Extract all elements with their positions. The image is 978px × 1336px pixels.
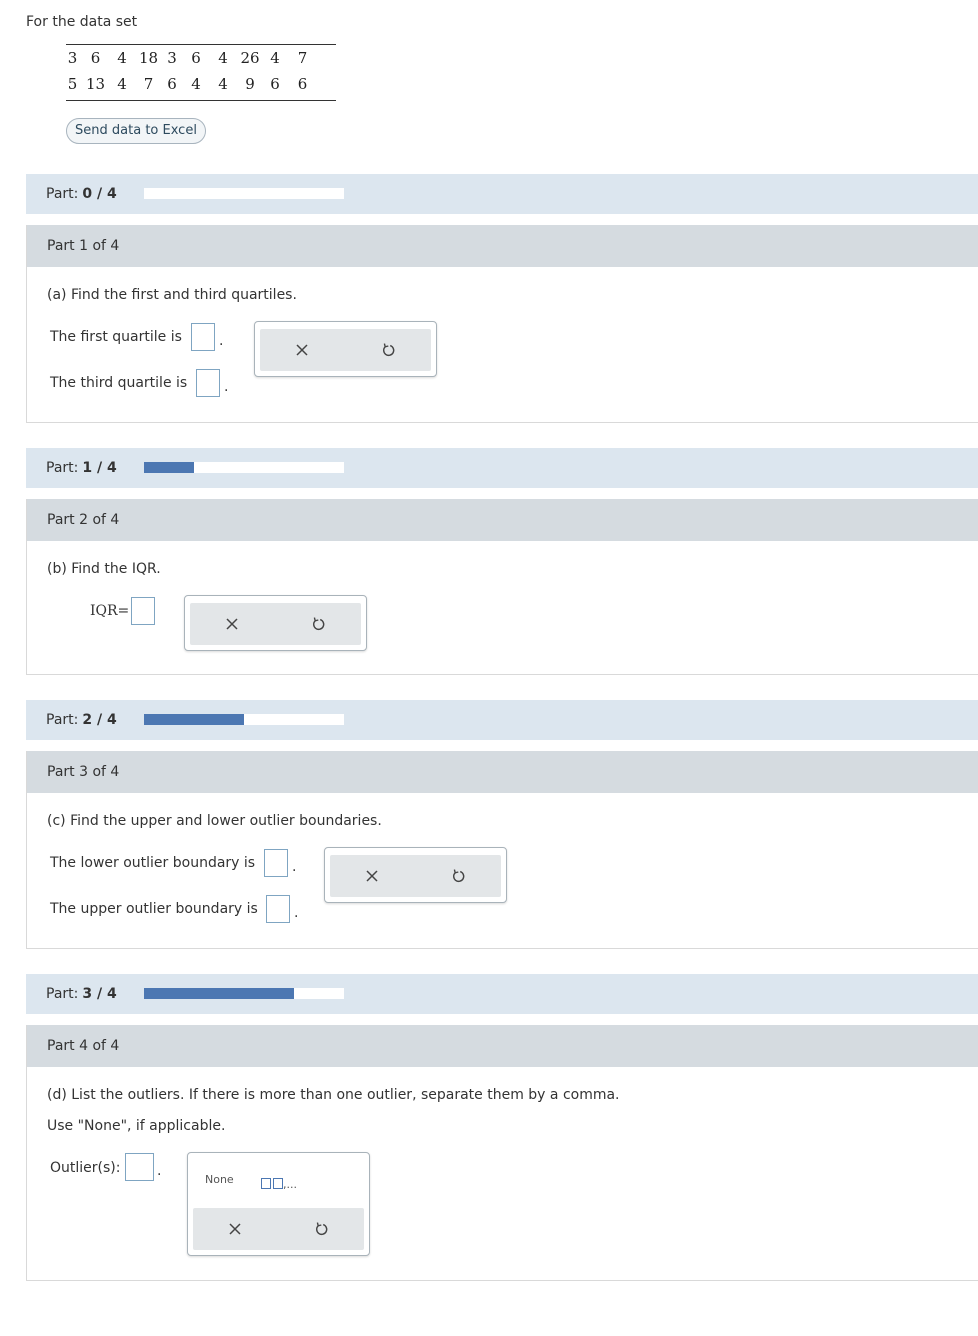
undo-icon[interactable] bbox=[438, 855, 478, 897]
part-heading: Part 1 of 4 bbox=[27, 225, 978, 267]
data-cell: 5 bbox=[67, 75, 78, 93]
upper-boundary-label: The upper outlier boundary is bbox=[50, 901, 258, 917]
square-icon bbox=[273, 1178, 283, 1189]
intro-text: For the data set bbox=[26, 14, 138, 30]
data-cell: 4 bbox=[270, 49, 280, 67]
progress-track bbox=[144, 714, 344, 725]
part-heading: Part 3 of 4 bbox=[27, 751, 978, 793]
third-quartile-input[interactable] bbox=[196, 369, 220, 397]
part-progress-bar: Part: 2 / 4 bbox=[26, 700, 978, 740]
lower-boundary-label: The lower outlier boundary is bbox=[50, 855, 256, 871]
period: . bbox=[294, 905, 299, 921]
progress-fill bbox=[144, 988, 294, 999]
progress-track bbox=[144, 188, 344, 199]
x-icon[interactable] bbox=[352, 855, 392, 897]
part-4-section: Part 4 of 4 (d) List the outliers. If th… bbox=[26, 1025, 978, 1281]
part-heading: Part 2 of 4 bbox=[27, 499, 978, 541]
undo-icon[interactable] bbox=[368, 329, 408, 371]
data-cell: 6 bbox=[297, 75, 308, 93]
part-word: Part: bbox=[46, 460, 79, 476]
part-1-section: Part 1 of 4 (a) Find the first and third… bbox=[26, 225, 978, 423]
iqr-input[interactable] bbox=[131, 597, 155, 625]
data-cell: 6 bbox=[90, 49, 101, 67]
data-cell: 7 bbox=[297, 49, 308, 67]
part-2-section: Part 2 of 4 (b) Find the IQR. IQR= bbox=[26, 499, 978, 675]
part-word: Part: bbox=[46, 186, 79, 202]
part-heading-text: Part 3 of 4 bbox=[47, 764, 120, 780]
upper-boundary-input[interactable] bbox=[266, 895, 290, 923]
hint-text: Use "None", if applicable. bbox=[47, 1118, 226, 1134]
outliers-label: Outlier(s): bbox=[50, 1160, 121, 1176]
data-cell: 4 bbox=[117, 49, 127, 67]
iqr-label: IQR= bbox=[90, 603, 130, 619]
square-icon bbox=[261, 1178, 271, 1189]
data-cell: 6 bbox=[191, 49, 201, 67]
part-progress-bar: Part: 3 / 4 bbox=[26, 974, 978, 1014]
progress-fill bbox=[144, 714, 244, 725]
question-text: (a) Find the first and third quartiles. bbox=[47, 287, 297, 303]
part-heading-text: Part 1 of 4 bbox=[47, 238, 120, 254]
undo-icon[interactable] bbox=[301, 1208, 341, 1250]
part-progress-count: 2 / 4 bbox=[82, 712, 117, 728]
data-cell: 3 bbox=[167, 49, 177, 67]
question-text: (b) Find the IQR. bbox=[47, 561, 161, 577]
period: . bbox=[219, 333, 224, 349]
part-progress-bar: Part: 1 / 4 bbox=[26, 448, 978, 488]
progress-track bbox=[144, 988, 344, 999]
lower-boundary-input[interactable] bbox=[264, 849, 288, 877]
data-cell: 26 bbox=[240, 49, 260, 67]
part-progress-count: 1 / 4 bbox=[82, 460, 117, 476]
x-icon[interactable] bbox=[212, 603, 252, 645]
data-cell: 6 bbox=[167, 75, 177, 93]
part-progress-count: 0 / 4 bbox=[82, 186, 117, 202]
first-quartile-input[interactable] bbox=[191, 323, 215, 351]
third-quartile-label: The third quartile is bbox=[50, 375, 188, 391]
data-row: 3 6 4 18 3 6 4 26 4 7 bbox=[66, 45, 322, 71]
undo-icon[interactable] bbox=[298, 603, 338, 645]
answer-tools-panel bbox=[324, 847, 507, 903]
data-cell: 13 bbox=[85, 75, 106, 93]
data-cell: 3 bbox=[67, 49, 78, 67]
part-heading-text: Part 2 of 4 bbox=[47, 512, 120, 528]
part-word: Part: bbox=[46, 712, 79, 728]
question-text: (c) Find the upper and lower outlier bou… bbox=[47, 813, 382, 829]
data-cell: 4 bbox=[218, 49, 228, 67]
part-heading: Part 4 of 4 bbox=[27, 1025, 978, 1067]
part-progress-count: 3 / 4 bbox=[82, 986, 117, 1002]
data-row: 5 13 4 7 6 4 4 9 6 6 bbox=[66, 71, 322, 97]
list-option[interactable]: ,... bbox=[261, 1173, 297, 1192]
part-3-section: Part 3 of 4 (c) Find the upper and lower… bbox=[26, 751, 978, 949]
none-option[interactable]: None bbox=[205, 1173, 234, 1186]
period: . bbox=[157, 1163, 162, 1179]
data-cell: 4 bbox=[191, 75, 201, 93]
first-quartile-label: The first quartile is bbox=[50, 329, 182, 345]
data-cell: 9 bbox=[245, 75, 255, 93]
part-progress-bar: Part: 0 / 4 bbox=[26, 174, 978, 214]
progress-track bbox=[144, 462, 344, 473]
part-word: Part: bbox=[46, 986, 79, 1002]
list-option-suffix: ,... bbox=[283, 1178, 297, 1191]
period: . bbox=[292, 859, 297, 875]
answer-tools-panel bbox=[254, 321, 437, 377]
answer-tools-panel bbox=[184, 595, 367, 651]
progress-fill bbox=[144, 462, 194, 473]
outliers-input[interactable] bbox=[125, 1153, 154, 1181]
question-text: (d) List the outliers. If there is more … bbox=[47, 1087, 620, 1103]
period: . bbox=[224, 379, 229, 395]
answer-tools-panel: None ,... bbox=[187, 1152, 370, 1256]
x-icon[interactable] bbox=[282, 329, 322, 371]
data-set-table: 3 6 4 18 3 6 4 26 4 7 5 13 4 7 6 4 4 9 6… bbox=[66, 44, 336, 101]
send-to-excel-button[interactable]: Send data to Excel bbox=[66, 118, 206, 144]
x-icon[interactable] bbox=[215, 1208, 255, 1250]
data-cell: 7 bbox=[143, 75, 154, 93]
data-cell: 4 bbox=[117, 75, 127, 93]
data-cell: 6 bbox=[270, 75, 280, 93]
data-cell: 4 bbox=[218, 75, 228, 93]
data-cell: 18 bbox=[138, 49, 159, 67]
part-heading-text: Part 4 of 4 bbox=[47, 1038, 120, 1054]
